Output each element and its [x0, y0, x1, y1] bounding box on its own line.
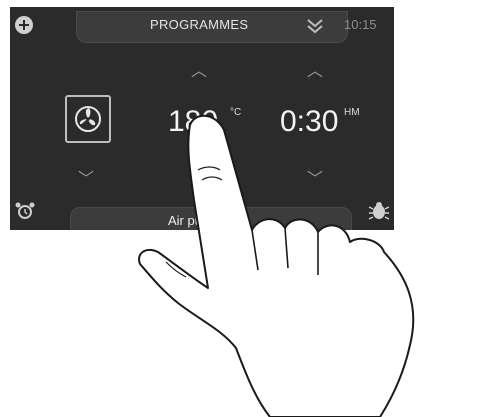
pointing-hand-illustration	[138, 114, 415, 417]
